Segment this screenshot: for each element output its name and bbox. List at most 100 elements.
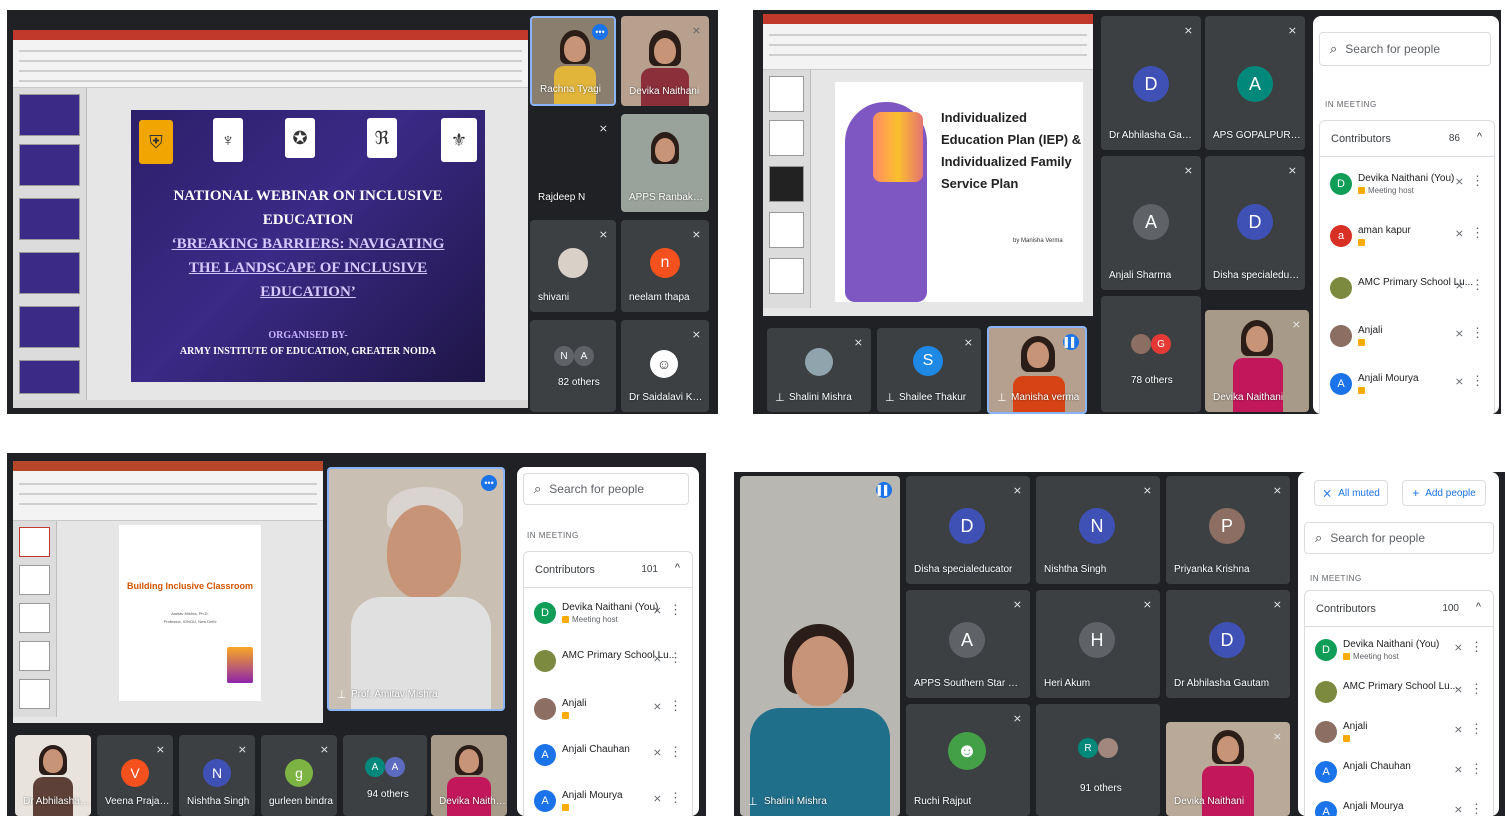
- others-tile[interactable]: N A 82 others: [530, 320, 616, 412]
- slide-thumb[interactable]: [769, 76, 804, 112]
- slide-thumb[interactable]: [19, 198, 80, 240]
- speaker-tile[interactable]: ••• ⊥ Prof. Amitav Mishra: [327, 467, 505, 711]
- more-vert-icon[interactable]: ⋮: [669, 698, 682, 714]
- participant-tile[interactable]: ⨯ D Disha specialeduca...: [1205, 156, 1305, 290]
- mic-off-icon[interactable]: ⨯: [1454, 683, 1463, 696]
- more-vert-icon[interactable]: ⋮: [1470, 801, 1483, 816]
- slide-thumb[interactable]: [19, 144, 80, 186]
- others-tile[interactable]: R 91 others: [1036, 704, 1160, 816]
- more-vert-icon[interactable]: ⋮: [1471, 225, 1484, 241]
- search-people-input[interactable]: ⌕ Search for people: [1319, 32, 1491, 66]
- mic-off-icon[interactable]: ⨯: [1455, 375, 1464, 388]
- chevron-up-icon[interactable]: ^: [1476, 601, 1481, 613]
- slide-thumb[interactable]: [19, 306, 80, 348]
- participant-tile[interactable]: ⨯ D Dr Abhilasha Gauta...: [1101, 16, 1201, 150]
- others-tile[interactable]: A A 94 others: [343, 735, 427, 816]
- people-list-item[interactable]: A Anjali Mourya ⨯ ⋮: [1320, 361, 1494, 407]
- mic-off-icon[interactable]: ⨯: [1454, 763, 1463, 776]
- more-vert-icon[interactable]: ⋮: [1471, 173, 1484, 189]
- search-people-input[interactable]: ⌕ Search for people: [523, 473, 689, 505]
- participant-tile[interactable]: ⨯ g gurleen bindra: [261, 735, 337, 816]
- slide-thumb[interactable]: [769, 120, 804, 156]
- contributors-header[interactable]: Contributors 86 ^: [1320, 121, 1494, 157]
- mic-off-icon[interactable]: ⨯: [653, 700, 662, 713]
- more-vert-icon[interactable]: ⋮: [669, 744, 682, 760]
- participant-tile[interactable]: ⨯ Rajdeep N: [530, 114, 616, 212]
- more-vert-icon[interactable]: ⋮: [669, 650, 682, 666]
- slide-thumb[interactable]: [19, 679, 50, 709]
- slide-thumb[interactable]: [19, 360, 80, 394]
- people-list-item[interactable]: A Anjali Mourya ⨯ ⋮: [524, 778, 692, 816]
- participant-tile[interactable]: Dr Abhilasha Gau...: [15, 735, 91, 816]
- people-list-item[interactable]: D Devika Naithani (You) Meeting host ⨯ ⋮: [1305, 627, 1493, 673]
- participant-tile[interactable]: ••• Rachna Tyagi: [530, 16, 616, 106]
- more-vert-icon[interactable]: ⋮: [1470, 721, 1483, 737]
- speaker-tile[interactable]: ▌▌ ⊥ Shalini Mishra: [740, 476, 900, 816]
- participant-tile[interactable]: ⨯ Devika Naithani: [1205, 310, 1309, 412]
- people-list-item[interactable]: D Devika Naithani (You) Meeting host ⨯ ⋮: [1320, 161, 1494, 207]
- participant-tile[interactable]: APPS Ranbakura B...: [621, 114, 709, 212]
- more-options-icon[interactable]: •••: [592, 24, 608, 40]
- participant-tile[interactable]: ⨯ shivani: [530, 220, 616, 312]
- participant-tile[interactable]: ⨯ V Veena Prajapat: [97, 735, 173, 816]
- slide-thumb[interactable]: [19, 603, 50, 633]
- people-list-item[interactable]: A Anjali Chauhan ⨯ ⋮: [524, 732, 692, 778]
- mic-off-icon[interactable]: ⨯: [653, 652, 662, 665]
- more-vert-icon[interactable]: ⋮: [669, 602, 682, 618]
- more-vert-icon[interactable]: ⋮: [1470, 681, 1483, 697]
- people-list-item[interactable]: Anjali ⨯ ⋮: [1320, 313, 1494, 359]
- chevron-up-icon[interactable]: ^: [1477, 131, 1482, 143]
- pin-icon[interactable]: ⊥: [748, 795, 758, 808]
- contributors-header[interactable]: Contributors 100 ^: [1305, 591, 1493, 627]
- participant-tile[interactable]: ⨯ S ⊥ Shailee Thakur: [877, 328, 981, 412]
- people-list-item[interactable]: AMC Primary School Lu... ⨯ ⋮: [524, 638, 692, 684]
- mic-off-icon[interactable]: ⨯: [1455, 175, 1464, 188]
- mic-off-icon[interactable]: ⨯: [1455, 227, 1464, 240]
- mic-off-icon[interactable]: ⨯: [653, 604, 662, 617]
- participant-tile[interactable]: ⨯ N Nishtha Singh: [1036, 476, 1160, 584]
- mic-off-icon[interactable]: ⨯: [1454, 723, 1463, 736]
- others-tile[interactable]: G 78 others: [1101, 296, 1201, 412]
- slide-thumb[interactable]: [19, 565, 50, 595]
- people-list-item[interactable]: Anjali ⨯ ⋮: [524, 686, 692, 732]
- slide-thumb[interactable]: [19, 252, 80, 294]
- participant-tile[interactable]: ⨯ A APPS Southern Star Pune: [906, 590, 1030, 698]
- slide-thumb[interactable]: [769, 166, 804, 202]
- more-vert-icon[interactable]: ⋮: [1470, 761, 1483, 777]
- people-list-item[interactable]: A Anjali Mourya ⨯ ⋮: [1305, 789, 1493, 816]
- pin-icon[interactable]: ⊥: [885, 391, 895, 404]
- mic-off-icon[interactable]: ⨯: [1454, 803, 1463, 816]
- participant-tile[interactable]: ⨯ H Heri Akum: [1036, 590, 1160, 698]
- participant-tile[interactable]: ⨯ Devika Naithani: [1166, 722, 1290, 816]
- mic-off-icon[interactable]: ⨯: [1455, 279, 1464, 292]
- more-vert-icon[interactable]: ⋮: [669, 790, 682, 806]
- participant-tile[interactable]: Devika Naithani: [431, 735, 507, 816]
- participant-tile[interactable]: ⨯ P Priyanka Krishna: [1166, 476, 1290, 584]
- slide-thumb[interactable]: [19, 641, 50, 671]
- participant-tile[interactable]: ⨯ ☺ Dr Saidalavi Kund...: [621, 320, 709, 412]
- participant-tile[interactable]: ⨯ ⊥ Shalini Mishra: [767, 328, 871, 412]
- more-vert-icon[interactable]: ⋮: [1471, 325, 1484, 341]
- participant-tile[interactable]: ⨯ N Nishtha Singh: [179, 735, 255, 816]
- more-vert-icon[interactable]: ⋮: [1471, 373, 1484, 389]
- participant-tile[interactable]: ⨯ Devika Naithani: [621, 16, 709, 106]
- participant-tile[interactable]: ⨯ n neelam thapa: [621, 220, 709, 312]
- people-list-item[interactable]: AMC Primary School Lu... ⨯ ⋮: [1320, 265, 1494, 311]
- mic-off-icon[interactable]: ⨯: [1455, 327, 1464, 340]
- more-vert-icon[interactable]: ⋮: [1470, 639, 1483, 655]
- people-list-item[interactable]: D Devika Naithani (You) Meeting host ⨯ ⋮: [524, 590, 692, 636]
- more-vert-icon[interactable]: ⋮: [1471, 277, 1484, 293]
- slide-thumb[interactable]: [769, 258, 804, 294]
- search-people-input[interactable]: ⌕ Search for people: [1304, 522, 1494, 554]
- slide-thumb[interactable]: [769, 212, 804, 248]
- all-muted-button[interactable]: ⨯ All muted: [1314, 480, 1388, 506]
- participant-tile[interactable]: ⨯ A Anjali Sharma: [1101, 156, 1201, 290]
- pin-icon[interactable]: ⊥: [775, 391, 785, 404]
- chevron-up-icon[interactable]: ^: [675, 562, 680, 574]
- mic-off-icon[interactable]: ⨯: [1454, 641, 1463, 654]
- more-options-icon[interactable]: •••: [481, 475, 497, 491]
- contributors-header[interactable]: Contributors 101 ^: [524, 552, 692, 588]
- mic-off-icon[interactable]: ⨯: [653, 792, 662, 805]
- pin-icon[interactable]: ⊥: [337, 688, 347, 701]
- slide-thumb[interactable]: [19, 527, 50, 557]
